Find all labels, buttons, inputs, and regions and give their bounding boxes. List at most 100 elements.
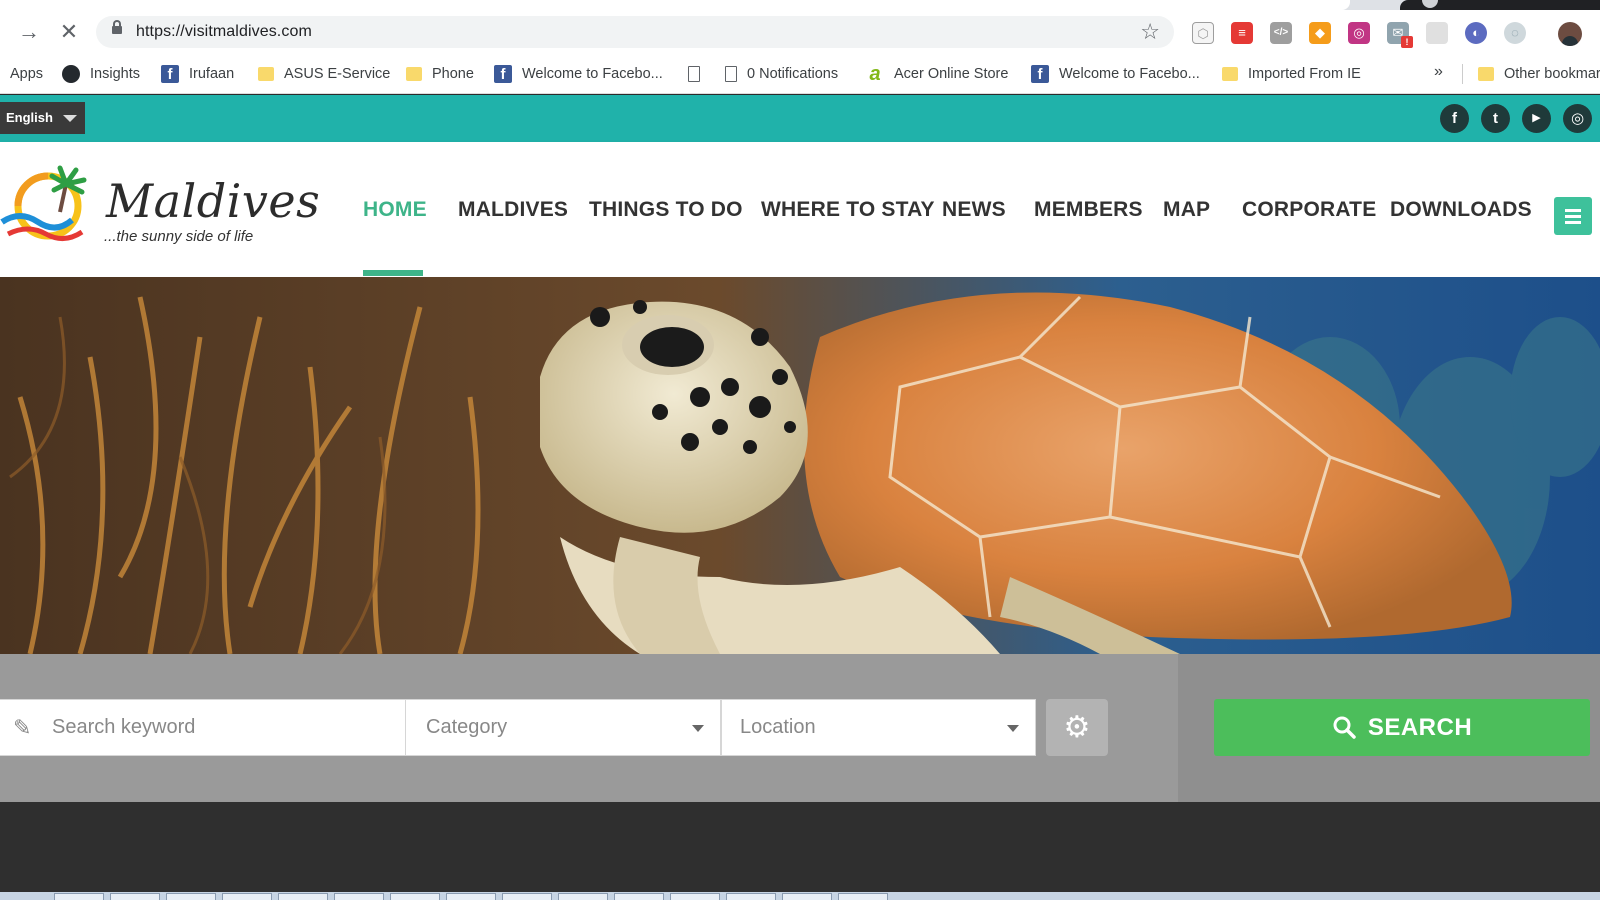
- facebook-icon: f: [494, 65, 512, 83]
- nav-home[interactable]: HOME: [363, 198, 427, 222]
- lock-icon[interactable]: [112, 20, 122, 34]
- chevron-down-icon: [1007, 725, 1019, 732]
- language-selector[interactable]: English: [0, 102, 85, 134]
- bookmark-notifications[interactable]: 0 Notifications: [725, 63, 838, 85]
- site-header: Maldives ...the sunny side of life HOME …: [0, 142, 1600, 277]
- nav-downloads[interactable]: DOWNLOADS: [1390, 198, 1532, 222]
- tab-favicon: [1422, 0, 1438, 8]
- language-label: English: [6, 110, 53, 125]
- active-nav-indicator: [363, 270, 423, 276]
- menu-hamburger-icon[interactable]: [1554, 197, 1592, 235]
- advanced-search-gear-icon[interactable]: ⚙: [1046, 699, 1108, 756]
- extension-circle-icon[interactable]: ◌: [1504, 22, 1526, 44]
- window-controls-area: [1400, 0, 1600, 10]
- bookmark-star-icon[interactable]: ☆: [1140, 19, 1160, 45]
- bookmark-label: Irufaan: [189, 66, 235, 82]
- bookmark-label: Welcome to Facebo...: [522, 66, 663, 82]
- nav-corporate[interactable]: CORPORATE: [1242, 198, 1376, 222]
- folder-icon: [1478, 67, 1494, 81]
- nav-maldives[interactable]: MALDIVES: [458, 198, 568, 222]
- logo-tagline: ...the sunny side of life: [104, 228, 254, 245]
- maldives-logo[interactable]: Maldives ...the sunny side of life: [0, 162, 320, 252]
- bookmark-insights[interactable]: Insights: [62, 63, 140, 85]
- page-icon: [688, 66, 700, 82]
- page-content-dark-section: [0, 802, 1600, 892]
- bookmark-other[interactable]: Other bookmarks: [1478, 63, 1600, 85]
- nav-where-to-stay[interactable]: WHERE TO STAY: [761, 198, 935, 222]
- chevron-down-icon: [63, 115, 77, 122]
- extension-code-icon[interactable]: </>: [1270, 22, 1292, 44]
- browser-toolbar: → ✕ https://visitmaldives.com ☆ ⬡ ≡ </> …: [0, 10, 1600, 54]
- category-placeholder: Category: [426, 716, 508, 738]
- bookmark-blank-page[interactable]: [688, 63, 710, 85]
- search-icon: [1333, 716, 1356, 739]
- search-panel: ✎ Search keyword Category Location ⚙ SEA…: [0, 654, 1600, 802]
- bookmark-apps[interactable]: Apps: [10, 63, 43, 85]
- keyword-placeholder: Search keyword: [52, 716, 196, 738]
- hero-banner-image: [0, 277, 1600, 654]
- extension-grid-icon[interactable]: [1426, 22, 1448, 44]
- youtube-icon[interactable]: ▶: [1522, 104, 1551, 133]
- active-tab[interactable]: [0, 0, 1350, 10]
- bookmark-separator: [1462, 64, 1463, 84]
- bookmark-facebook-2[interactable]: f Welcome to Facebo...: [1031, 63, 1200, 85]
- folder-icon: [1222, 67, 1238, 81]
- search-button[interactable]: SEARCH: [1214, 699, 1590, 756]
- bookmark-facebook-1[interactable]: f Welcome to Facebo...: [494, 63, 663, 85]
- bookmark-label: Phone: [432, 66, 474, 82]
- bookmark-asus-eservice[interactable]: ASUS E-Service: [258, 63, 390, 85]
- bookmark-label: Acer Online Store: [894, 66, 1009, 82]
- nav-map[interactable]: MAP: [1163, 198, 1210, 222]
- location-select[interactable]: Location: [721, 699, 1036, 756]
- twitter-icon[interactable]: t: [1481, 104, 1510, 133]
- instagram-icon[interactable]: ◎: [1563, 104, 1592, 133]
- extension-honey-icon[interactable]: ◆: [1309, 22, 1331, 44]
- facebook-icon: f: [161, 65, 179, 83]
- bookmark-label: 0 Notifications: [747, 66, 839, 82]
- bookmark-label: Welcome to Facebo...: [1059, 66, 1200, 82]
- bookmark-label: ASUS E-Service: [284, 66, 391, 82]
- extension-compass-icon[interactable]: ◐: [1465, 22, 1487, 44]
- bookmark-label: Imported From IE: [1248, 66, 1361, 82]
- sun-palm-logo-icon: [0, 165, 87, 241]
- folder-icon: [406, 67, 422, 81]
- search-keyword-input[interactable]: ✎ Search keyword: [0, 699, 406, 756]
- github-icon: [62, 65, 80, 83]
- logo-wordmark: Maldives: [106, 174, 321, 228]
- address-url[interactable]: https://visitmaldives.com: [136, 23, 312, 41]
- page-icon: [725, 66, 737, 82]
- search-button-label: SEARCH: [1367, 714, 1473, 741]
- category-select[interactable]: Category: [405, 699, 721, 756]
- bookmark-acer-store[interactable]: a Acer Online Store: [866, 63, 1008, 85]
- nav-members[interactable]: MEMBERS: [1034, 198, 1143, 222]
- bookmark-irufaan[interactable]: f Irufaan: [161, 63, 234, 85]
- sea-turtle-illustration: [0, 277, 1600, 654]
- chevron-down-icon: [692, 725, 704, 732]
- extension-badge: !: [1401, 36, 1413, 48]
- bookmark-phone[interactable]: Phone: [406, 63, 474, 85]
- site-top-bar: English f t ▶ ◎: [0, 95, 1600, 142]
- extension-instagram-icon[interactable]: ◎: [1348, 22, 1370, 44]
- profile-avatar[interactable]: [1558, 22, 1582, 46]
- more-bookmarks-chevron-icon[interactable]: »: [1434, 63, 1443, 81]
- browser-tab-strip: [0, 0, 1600, 10]
- location-placeholder: Location: [740, 716, 816, 738]
- os-taskbar: [0, 892, 1600, 900]
- bookmark-imported-ie[interactable]: Imported From IE: [1222, 63, 1361, 85]
- nav-news[interactable]: NEWS: [942, 198, 1006, 222]
- facebook-icon: f: [1031, 65, 1049, 83]
- stop-loading-icon[interactable]: ✕: [58, 21, 80, 43]
- extension-cube-icon[interactable]: ⬡: [1192, 22, 1214, 44]
- address-bar[interactable]: https://visitmaldives.com ☆: [96, 16, 1174, 48]
- bookmark-label: Apps: [10, 66, 44, 82]
- extension-todoist-icon[interactable]: ≡: [1231, 22, 1253, 44]
- nav-things-to-do[interactable]: THINGS TO DO: [589, 198, 743, 222]
- extension-notifier-icon[interactable]: ✉!: [1387, 22, 1413, 48]
- facebook-icon[interactable]: f: [1440, 104, 1469, 133]
- forward-arrow-icon[interactable]: →: [18, 21, 40, 43]
- pencil-icon: ✎: [13, 715, 32, 740]
- bookmarks-bar: Apps Insights f Irufaan ASUS E-Service Ph…: [0, 54, 1600, 94]
- acer-icon: a: [869, 63, 881, 85]
- folder-icon: [258, 67, 274, 81]
- bookmark-label: Insights: [90, 66, 140, 82]
